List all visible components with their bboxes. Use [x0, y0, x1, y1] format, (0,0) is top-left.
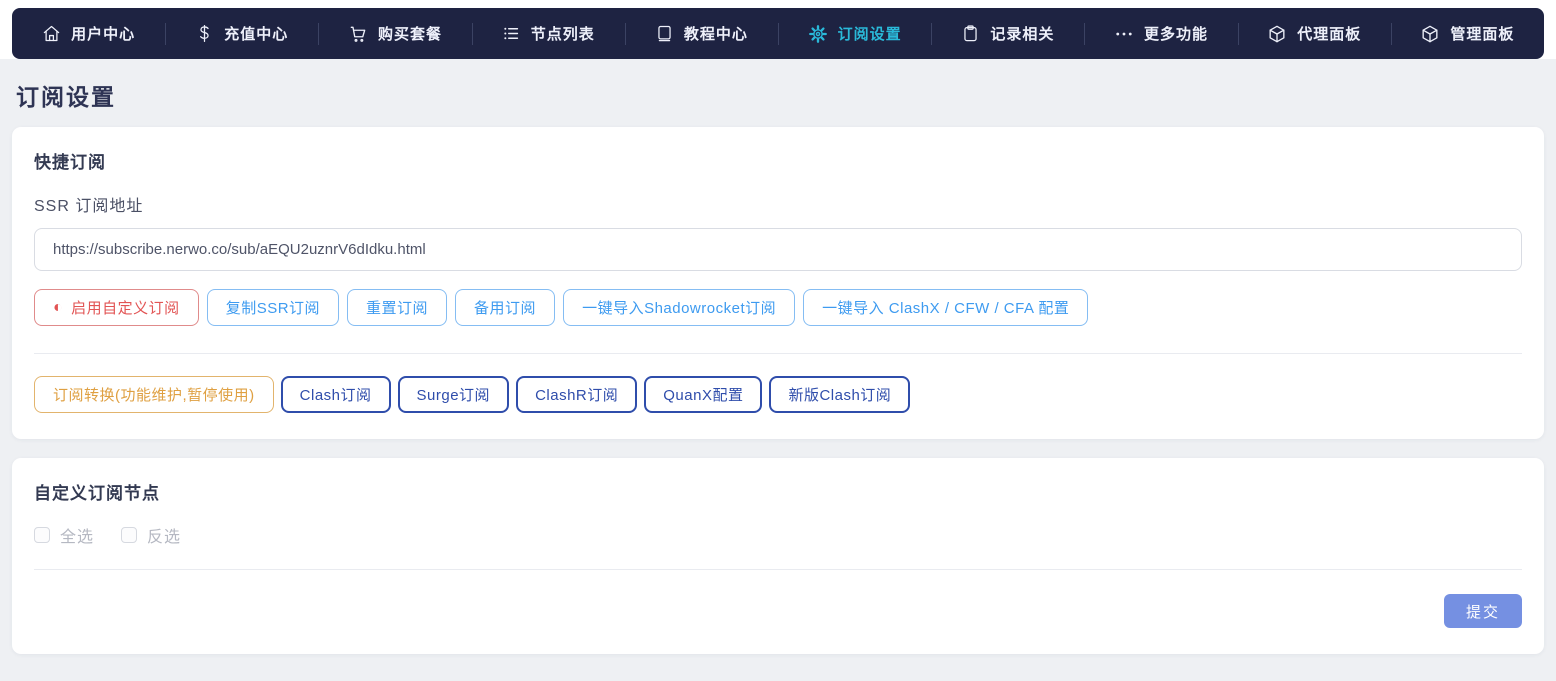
button-label: 重置订阅	[366, 297, 428, 318]
nav-item-subscription-settings[interactable]: 订阅设置	[778, 8, 931, 59]
page-body: 订阅设置 快捷订阅 SSR 订阅地址 ◐ 启用自定义订阅 复制SSR订阅 重置	[0, 59, 1556, 681]
checkbox[interactable]	[34, 527, 50, 543]
ssr-url-input[interactable]	[34, 228, 1522, 271]
action-button-enable-custom-subscription[interactable]: ◐ 启用自定义订阅	[34, 289, 199, 326]
format-button-quanx-config[interactable]: QuanX配置	[644, 376, 762, 413]
format-button-clashr-subscription[interactable]: ClashR订阅	[516, 376, 637, 413]
checkbox-group-select-all[interactable]: 全选	[34, 523, 94, 547]
ellipsis-icon	[1114, 24, 1134, 44]
nav-item-user-center[interactable]: 用户中心	[12, 8, 165, 59]
action-button-backup-subscription[interactable]: 备用订阅	[455, 289, 555, 326]
action-button-import-shadowrocket[interactable]: 一键导入Shadowrocket订阅	[563, 289, 795, 326]
nav-item-buy-plan[interactable]: 购买套餐	[318, 8, 471, 59]
nav-item-label: 代理面板	[1297, 23, 1361, 44]
button-label: Clash订阅	[300, 384, 372, 405]
cart-icon	[348, 24, 368, 44]
format-button-subscription-convert[interactable]: 订阅转换(功能维护,暂停使用)	[34, 376, 274, 413]
nav-item-label: 节点列表	[531, 23, 595, 44]
nav-item-more-features[interactable]: 更多功能	[1084, 8, 1237, 59]
nav-item-recharge-center[interactable]: 充值中心	[165, 8, 318, 59]
button-label: QuanX配置	[663, 384, 743, 405]
checkbox-label: 全选	[60, 523, 94, 547]
checkbox-group-invert-selection[interactable]: 反选	[121, 523, 181, 547]
button-label: 备用订阅	[474, 297, 536, 318]
clipboard-icon	[961, 24, 980, 43]
button-label: 复制SSR订阅	[226, 297, 320, 318]
nav-item-label: 记录相关	[990, 23, 1054, 44]
top-navbar: 用户中心 充值中心 购买套餐 节点列表 教程中心	[12, 8, 1544, 59]
list-icon	[502, 24, 521, 43]
subscription-formats-row: 订阅转换(功能维护,暂停使用) Clash订阅 Surge订阅 ClashR订阅	[34, 376, 1522, 413]
format-button-clash-subscription[interactable]: Clash订阅	[281, 376, 391, 413]
cube-icon	[1420, 24, 1440, 44]
card-divider	[34, 569, 1522, 570]
button-label: 一键导入 ClashX / CFW / CFA 配置	[822, 297, 1069, 318]
nav-item-label: 更多功能	[1144, 23, 1208, 44]
nav-item-label: 教程中心	[684, 23, 748, 44]
button-label: 一键导入Shadowrocket订阅	[582, 297, 776, 318]
header-band: 用户中心 充值中心 购买套餐 节点列表 教程中心	[0, 0, 1556, 59]
nav-item-proxy-panel[interactable]: 代理面板	[1238, 8, 1391, 59]
button-label: 启用自定义订阅	[71, 297, 180, 318]
submit-button[interactable]: 提交	[1444, 594, 1522, 628]
subscription-actions-row: ◐ 启用自定义订阅 复制SSR订阅 重置订阅 备用订阅	[34, 289, 1522, 326]
checkbox-label: 反选	[147, 523, 181, 547]
home-icon	[42, 24, 61, 43]
nav-item-tutorial-center[interactable]: 教程中心	[625, 8, 778, 59]
button-label: 新版Clash订阅	[788, 384, 891, 405]
card-divider	[34, 353, 1522, 354]
nav-item-label: 管理面板	[1450, 23, 1514, 44]
custom-nodes-card: 自定义订阅节点 全选 反选 提交	[12, 458, 1544, 654]
nav-item-label: 充值中心	[224, 23, 288, 44]
nav-item-node-list[interactable]: 节点列表	[472, 8, 625, 59]
gear-icon	[808, 24, 828, 44]
dollar-icon	[195, 24, 214, 43]
page-title: 订阅设置	[12, 59, 1544, 127]
nav-item-admin-panel[interactable]: 管理面板	[1391, 8, 1544, 59]
cube-icon	[1267, 24, 1287, 44]
nav-item-label: 用户中心	[71, 23, 135, 44]
action-button-copy-ssr-subscription[interactable]: 复制SSR订阅	[207, 289, 339, 326]
button-label: ClashR订阅	[535, 384, 618, 405]
action-button-import-clashx-cfw-cfa[interactable]: 一键导入 ClashX / CFW / CFA 配置	[803, 289, 1088, 326]
quick-subscription-title: 快捷订阅	[34, 148, 1522, 173]
action-button-reset-subscription[interactable]: 重置订阅	[347, 289, 447, 326]
format-button-surge-subscription[interactable]: Surge订阅	[398, 376, 510, 413]
ssr-url-label: SSR 订阅地址	[34, 192, 1522, 216]
checkbox[interactable]	[121, 527, 137, 543]
nav-item-label: 订阅设置	[838, 23, 902, 44]
submit-row: 提交	[34, 594, 1522, 628]
node-select-controls: 全选 反选	[34, 523, 1522, 547]
nav-item-label: 购买套餐	[378, 23, 442, 44]
book-icon	[655, 24, 674, 43]
button-label: 订阅转换(功能维护,暂停使用)	[53, 384, 255, 405]
quick-subscription-card: 快捷订阅 SSR 订阅地址 ◐ 启用自定义订阅 复制SSR订阅 重置订阅	[12, 127, 1544, 439]
button-label: Surge订阅	[417, 384, 491, 405]
half-circle-icon: ◐	[53, 300, 63, 316]
custom-nodes-title: 自定义订阅节点	[34, 479, 1522, 504]
format-button-new-clash-subscription[interactable]: 新版Clash订阅	[769, 376, 910, 413]
nav-item-records[interactable]: 记录相关	[931, 8, 1084, 59]
